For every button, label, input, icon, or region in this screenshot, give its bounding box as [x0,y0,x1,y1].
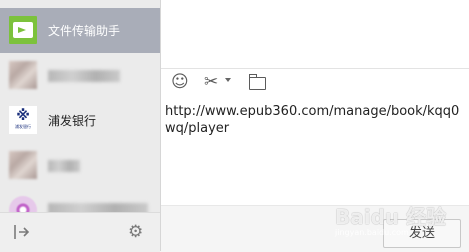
sidebar-footer: ⚙ [0,212,160,252]
chat-item-label: 文件传输助手 [48,24,121,38]
bank-logo-icon: ※ 浦发银行 [9,106,37,134]
chat-item-bank[interactable]: ※ 浦发银行 浦发银行 [0,98,160,143]
avatar [9,196,37,212]
logout-icon[interactable] [13,223,31,245]
input-toolbar: ☺ ✂ [161,68,469,97]
folder-icon[interactable] [248,74,266,90]
emoji-icon[interactable]: ☺ [171,73,189,92]
watermark-text: Baidu 经验 [335,205,447,229]
chat-item-label-blurred [48,70,120,82]
gear-icon[interactable]: ⚙ [128,223,143,241]
chevron-down-icon[interactable] [225,78,231,82]
chat-item-label: 浦发银行 [48,114,97,128]
message-input[interactable]: http://www.epub360.com/manage/book/kqq0w… [165,103,463,203]
file-transfer-icon [9,16,37,44]
chat-item-label-blurred [48,203,148,212]
avatar [9,151,37,179]
watermark: Baidu 经验 jingyan.baidu.com [335,206,465,246]
bank-logo-mark: ※ [16,108,30,124]
avatar [9,61,37,89]
chat-item-file-transfer[interactable]: 文件传输助手 [0,8,160,53]
chat-item-label-blurred [48,160,80,172]
watermark-subtext: jingyan.baidu.com [335,228,409,237]
chat-item-contact[interactable] [0,53,160,98]
bank-logo-text: 浦发银行 [15,124,31,129]
scissors-icon[interactable]: ✂ [204,73,218,92]
chat-item-contact[interactable] [0,188,160,212]
chat-list-sidebar: 文件传输助手 ※ 浦发银行 浦发银行 ⚙ [0,0,161,252]
chat-item-contact[interactable] [0,143,160,188]
